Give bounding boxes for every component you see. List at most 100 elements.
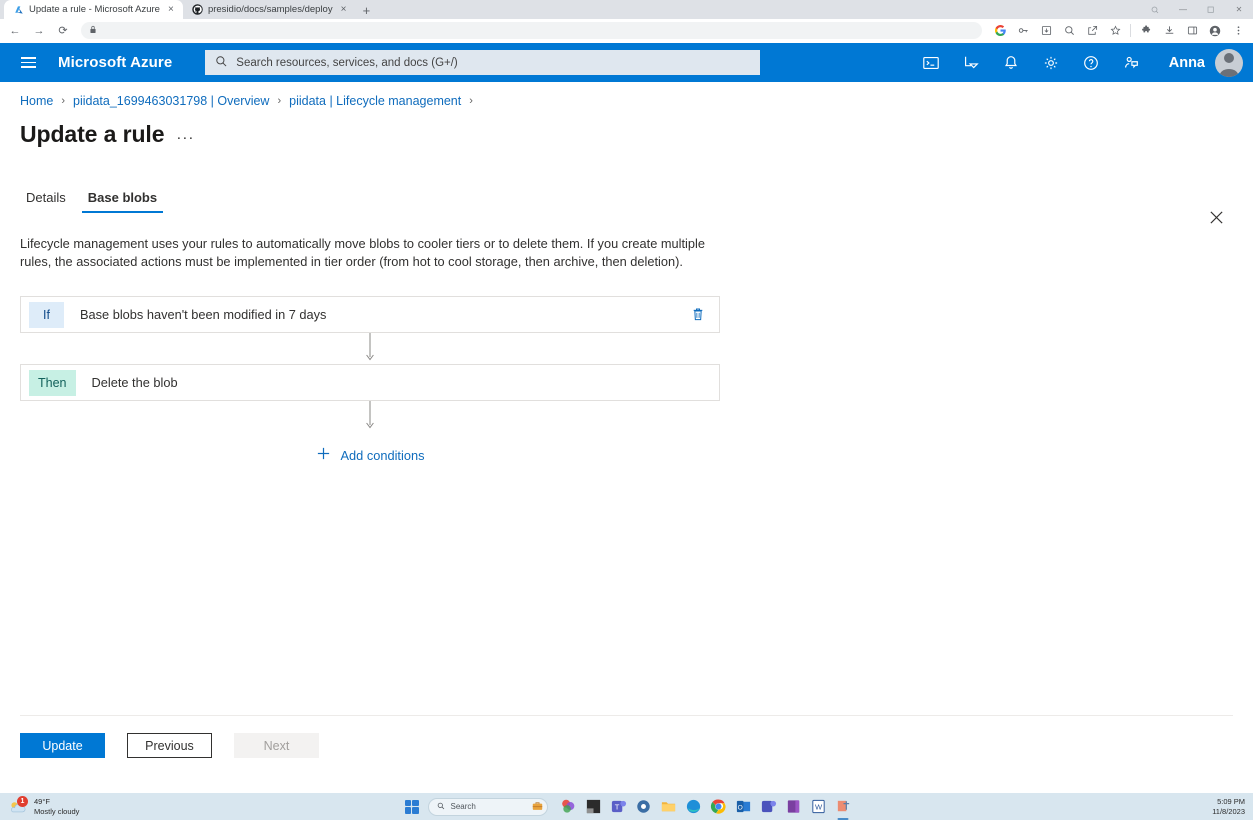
teams-icon[interactable]: T <box>610 798 627 815</box>
active-app-icon[interactable] <box>835 798 852 815</box>
rule-connector-arrow <box>20 333 720 364</box>
previous-button[interactable]: Previous <box>127 733 212 758</box>
page-content: Home › piidata_1699463031798 | Overview … <box>0 82 1253 793</box>
lock-icon <box>89 25 97 37</box>
install-app-icon[interactable] <box>1035 21 1057 41</box>
reload-icon[interactable]: ⟳ <box>52 21 74 41</box>
new-tab-button[interactable]: + <box>356 2 378 19</box>
azure-header-icons <box>911 43 1151 82</box>
window-minimize-button[interactable]: — <box>1169 0 1197 19</box>
back-icon[interactable]: ← <box>4 21 26 41</box>
outlook-icon[interactable]: O <box>735 798 752 815</box>
breadcrumb-item-storage-account[interactable]: piidata_1699463031798 | Overview <box>73 94 269 108</box>
update-button[interactable]: Update <box>20 733 105 758</box>
browser-toolbar: ← → ⟳ <box>0 19 1253 43</box>
profile-avatar-icon[interactable] <box>1204 21 1226 41</box>
azure-brand[interactable]: Microsoft Azure <box>58 54 172 71</box>
settings-gear-icon[interactable] <box>1031 43 1071 82</box>
taskbar-app-icons: T O W <box>560 798 852 815</box>
cloud-shell-icon[interactable] <box>911 43 951 82</box>
trash-icon[interactable] <box>691 307 705 322</box>
clock-time: 5:09 PM <box>1217 797 1245 806</box>
tab-close-icon[interactable]: × <box>338 4 350 15</box>
more-actions-button[interactable]: ··· <box>176 123 194 146</box>
help-question-icon[interactable] <box>1071 43 1111 82</box>
tab-base-blobs[interactable]: Base blobs <box>81 186 164 213</box>
taskbar-clock[interactable]: 5:09 PM 11/8/2023 <box>1212 797 1245 816</box>
rule-action-row[interactable]: Then Delete the blob <box>20 364 720 401</box>
copilot-icon[interactable] <box>560 798 577 815</box>
downloads-icon[interactable] <box>1158 21 1180 41</box>
share-icon[interactable] <box>1081 21 1103 41</box>
weather-temperature: 49°F <box>34 797 50 806</box>
azure-icon <box>13 4 24 15</box>
browser-tab-azure[interactable]: Update a rule - Microsoft Azure × <box>4 0 183 19</box>
azure-search-input[interactable]: Search resources, services, and docs (G+… <box>205 50 761 75</box>
onenote-icon[interactable] <box>785 798 802 815</box>
rule-badge-if: If <box>29 301 64 328</box>
side-panel-icon[interactable] <box>1181 21 1203 41</box>
browser-tab-github[interactable]: presidio/docs/samples/deploy × <box>182 0 356 19</box>
zoom-icon[interactable] <box>1058 21 1080 41</box>
breadcrumb-item-home[interactable]: Home <box>20 94 53 108</box>
word-icon[interactable]: W <box>810 798 827 815</box>
user-menu[interactable]: Anna <box>1168 48 1243 77</box>
taskbar-center: Search T O W <box>402 797 852 817</box>
user-name: Anna <box>1168 54 1205 71</box>
chevron-right-icon: › <box>277 95 282 107</box>
chevron-right-icon: › <box>469 95 473 107</box>
window-close-button[interactable]: ✕ <box>1225 0 1253 19</box>
taskbar-search-input[interactable]: Search <box>427 797 548 816</box>
github-icon <box>192 4 203 15</box>
weather-text: 49°F Mostly cloudy <box>34 797 79 816</box>
avatar[interactable] <box>1215 48 1243 77</box>
weather-condition: Mostly cloudy <box>34 806 80 816</box>
rule-action-text: Delete the blob <box>91 375 178 390</box>
add-conditions-link[interactable]: Add conditions <box>20 446 720 464</box>
file-explorer-icon[interactable] <box>660 798 677 815</box>
breadcrumb-item-lifecycle-management[interactable]: piidata | Lifecycle management <box>289 94 461 108</box>
google-icon[interactable] <box>989 21 1011 41</box>
weather-widget[interactable]: 1 49°F Mostly cloudy <box>0 795 79 816</box>
feedback-icon[interactable] <box>1111 43 1151 82</box>
azure-search-placeholder: Search resources, services, and docs (G+… <box>236 56 458 69</box>
teams-chat-icon[interactable] <box>760 798 777 815</box>
plus-icon <box>316 446 331 464</box>
chevron-right-icon: › <box>61 95 66 107</box>
window-maximize-button[interactable] <box>1197 0 1225 19</box>
rule-badge-then: Then <box>29 369 76 396</box>
search-icon <box>437 802 445 812</box>
tab-details[interactable]: Details <box>20 186 72 213</box>
taskbar-system-tray: 5:09 PM 11/8/2023 <box>1212 797 1245 816</box>
next-button: Next <box>234 733 319 758</box>
forward-icon[interactable]: → <box>28 21 50 41</box>
directories-subscriptions-icon[interactable] <box>951 43 991 82</box>
chrome-menu-icon[interactable] <box>1227 21 1249 41</box>
page-title: Update a rule <box>20 121 165 147</box>
briefcase-icon[interactable] <box>532 801 543 813</box>
start-button[interactable] <box>402 797 422 817</box>
start-tile <box>404 807 411 814</box>
tab-close-icon[interactable]: × <box>165 4 177 15</box>
portal-menu-button[interactable] <box>10 51 46 74</box>
svg-text:T: T <box>614 802 619 811</box>
cloud-sun-icon: 1 <box>8 795 28 815</box>
edge-icon[interactable] <box>685 798 702 815</box>
notifications-bell-icon[interactable] <box>991 43 1031 82</box>
add-conditions-inner: Add conditions <box>316 446 424 464</box>
blade-tabs: Details Base blobs <box>0 148 1253 213</box>
clock-date: 11/8/2023 <box>1212 806 1245 816</box>
chrome-icon[interactable] <box>710 798 727 815</box>
start-tile <box>404 799 411 806</box>
dark-square-icon[interactable] <box>585 798 602 815</box>
window-search-icon[interactable] <box>1141 0 1169 19</box>
rule-condition-row[interactable]: If Base blobs haven't been modified in 7… <box>20 296 720 333</box>
password-key-icon[interactable] <box>1012 21 1034 41</box>
settings-icon[interactable] <box>635 798 652 815</box>
address-bar[interactable] <box>81 22 982 39</box>
window-controls: — ✕ <box>1141 0 1253 19</box>
close-blade-button[interactable] <box>1204 205 1228 229</box>
toolbar-divider <box>1130 24 1131 37</box>
bookmark-star-icon[interactable] <box>1104 21 1126 41</box>
extensions-puzzle-icon[interactable] <box>1135 21 1157 41</box>
